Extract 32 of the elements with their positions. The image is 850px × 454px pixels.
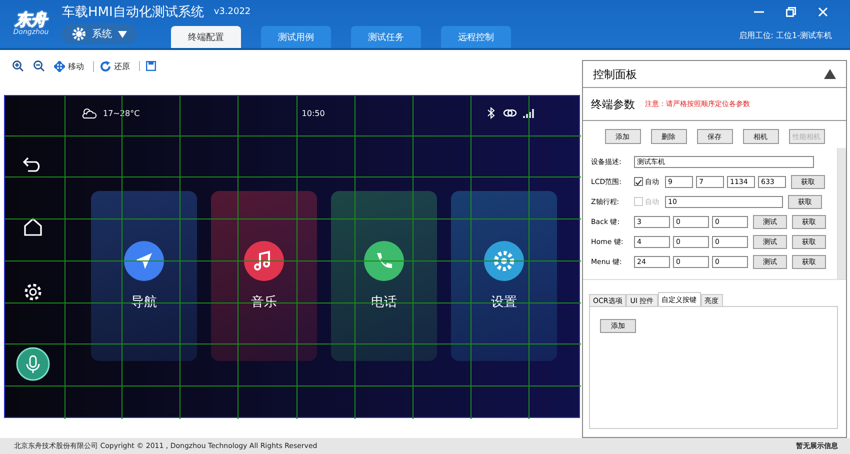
scrollbar[interactable]	[837, 148, 846, 279]
home-icon[interactable]	[23, 217, 43, 238]
main-tab[interactable]: 远程控制	[441, 26, 511, 48]
reset-button[interactable]: 还原	[93, 60, 130, 72]
move-button[interactable]: 移动	[54, 60, 84, 72]
weather-cloud-icon	[81, 107, 97, 119]
signal-icon	[523, 107, 535, 119]
zoom-out-icon[interactable]	[33, 60, 45, 72]
main-tab[interactable]: 测试任务	[351, 26, 421, 48]
zoom-in-icon[interactable]	[12, 60, 24, 72]
version-label: v3.2022	[214, 7, 251, 17]
clock-text: 10:50	[302, 108, 325, 118]
gear-icon	[72, 27, 86, 41]
section-title: 终端参数	[591, 96, 635, 112]
workstation-label: 启用工位: 工位1-测试车机	[738, 30, 832, 42]
bluetooth-icon	[487, 107, 497, 119]
logo-text: 东舟	[15, 12, 47, 28]
main-tab[interactable]: 终端配置	[171, 26, 241, 48]
caret-icon	[118, 30, 127, 38]
restore-icon[interactable]	[786, 6, 796, 17]
link-icon	[503, 107, 517, 119]
panel-title: 控制面板	[593, 66, 637, 82]
collapse-triangle-icon[interactable]	[824, 69, 836, 79]
save-icon[interactable]	[139, 61, 156, 71]
settings-icon[interactable]	[23, 282, 43, 302]
move-icon	[54, 60, 65, 72]
refresh-icon	[100, 60, 111, 72]
system-menu-button[interactable]: 系统	[62, 24, 137, 44]
app-title: 车载HMI自动化测试系统	[62, 4, 204, 21]
close-icon[interactable]	[818, 6, 828, 17]
microphone-button[interactable]	[16, 346, 50, 381]
main-tab[interactable]: 测试用例	[261, 26, 331, 48]
